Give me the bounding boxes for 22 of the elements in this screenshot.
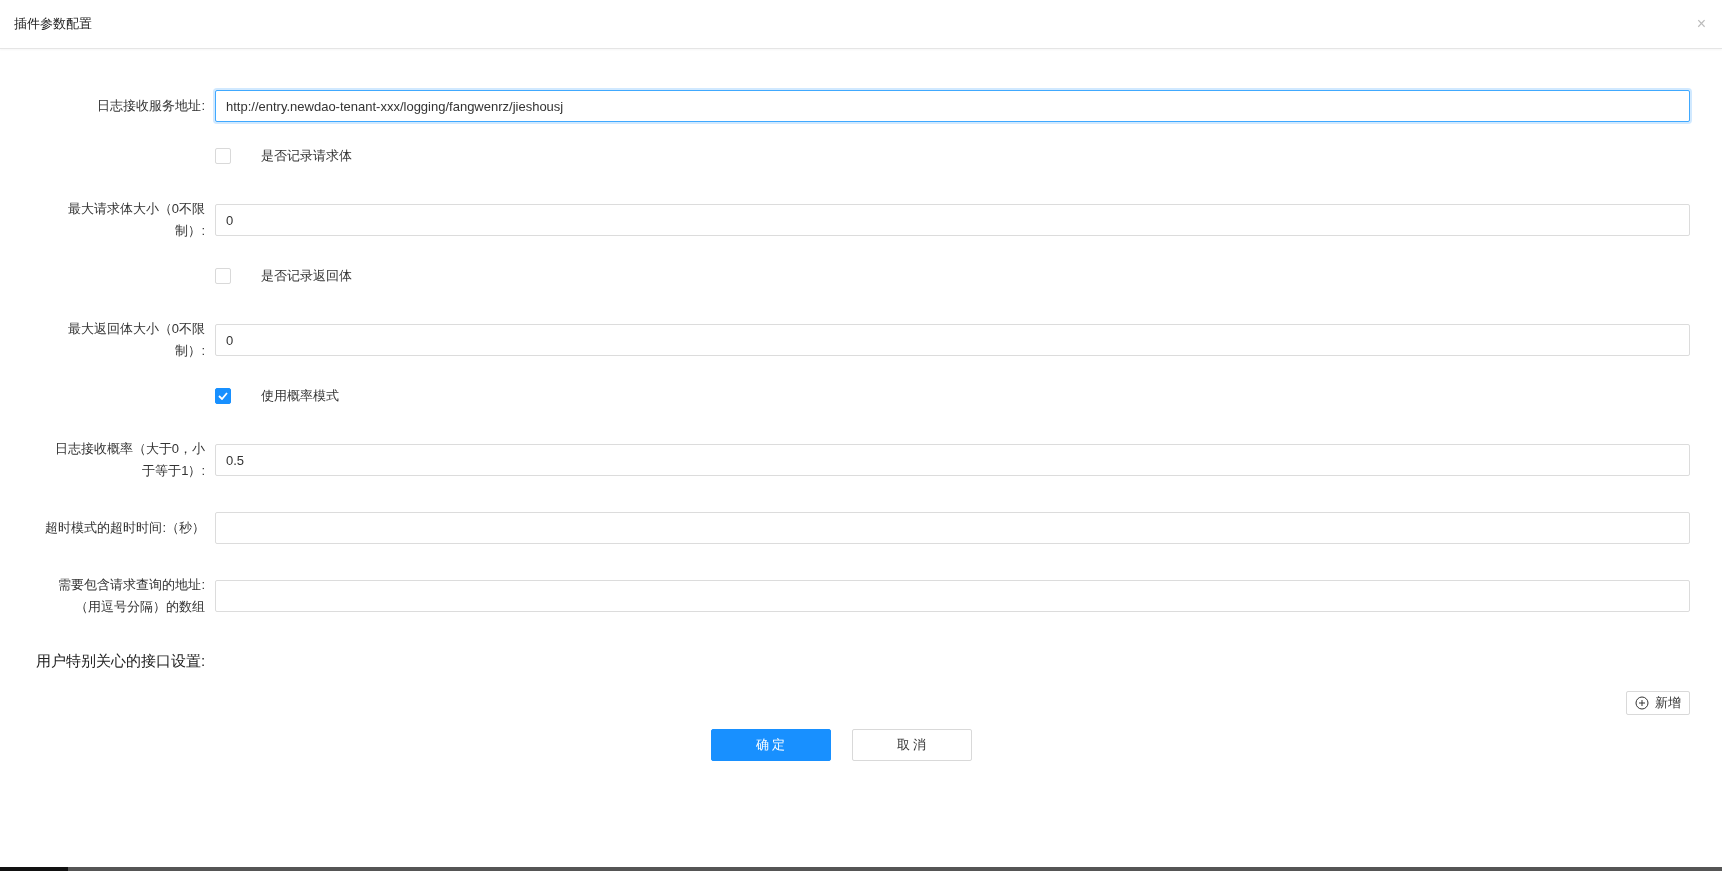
field-label: 需要包含请求查询的地址:（用逗号分隔）的数组 <box>57 576 205 616</box>
checkbox-label: 是否记录请求体 <box>261 147 352 165</box>
input-field[interactable]: 0 <box>215 324 1690 356</box>
input-field[interactable]: 0.5 <box>215 444 1690 476</box>
dialog-title: 插件参数配置 <box>14 15 92 33</box>
checkbox-label: 使用概率模式 <box>261 387 339 405</box>
field-label: 日志接收概率（大于0，小于等于1）: <box>53 440 205 480</box>
cancel-button[interactable]: 取 消 <box>851 729 972 761</box>
section-title: 用户特别关心的接口设置: <box>36 652 207 671</box>
field-label: 日志接收服务地址: <box>96 97 205 115</box>
plus-circle-icon <box>1635 696 1649 710</box>
input-field[interactable]: http://entry.newdao-tenant-xxx/logging/fangwenrz/jieshousj <box>215 90 1690 122</box>
add-button[interactable]: 新增 <box>1626 691 1690 715</box>
input-field[interactable] <box>215 512 1690 544</box>
field-label: 最大请求体大小（0不限制）: <box>66 200 205 240</box>
field-label: 最大返回体大小（0不限制）: <box>66 320 205 360</box>
checkbox[interactable] <box>215 388 231 404</box>
input-field[interactable] <box>215 580 1690 612</box>
checkbox-label: 是否记录返回体 <box>261 267 352 285</box>
field-label: 超时模式的超时时间:（秒） <box>44 519 205 537</box>
check-icon <box>218 392 228 400</box>
input-field[interactable]: 0 <box>215 204 1690 236</box>
